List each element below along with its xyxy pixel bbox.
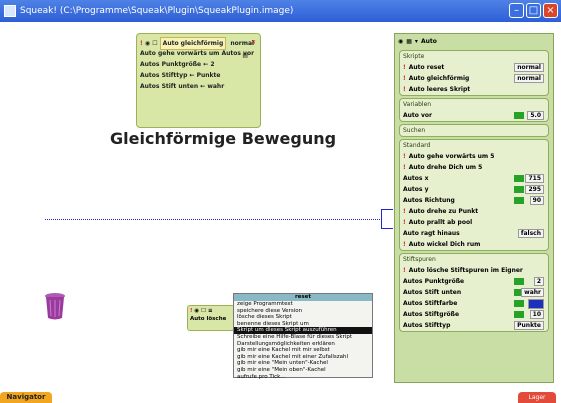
script-line[interactable]: Autos Stift unten ← wahr [137,81,260,92]
section-header[interactable]: Variablen [400,99,548,110]
navigator-flap[interactable]: Navigator [0,392,52,403]
section-variablen: Variablen Auto vor 5.0 [399,98,549,122]
close-script-icon[interactable]: ✕ [251,37,256,48]
checkbox-icon[interactable]: ☐ [152,40,157,47]
squeak-app-icon [4,5,16,17]
window-titlebar: Squeak! (C:\Programme\Squeak\Plugin\Sque… [0,0,561,22]
viewer-row[interactable]: Autos Stifttyp Punkte [400,320,548,331]
menu-item[interactable]: gib mir eine "Mein oben"-Kachel [234,367,372,374]
mini-script[interactable]: ! ◉ ☐ ≡ Auto lösche [187,305,235,331]
pen-trail [45,219,380,220]
menu-item[interactable]: speichere diese Version [234,308,372,315]
menu-item[interactable]: zeige Programmtext [234,301,372,308]
section-skripte: Skripte ! Auto reset normal ! Auto gleichfö… [399,50,549,96]
clock-icon[interactable]: ◉ [145,40,150,47]
menu-icon[interactable]: ▾ [415,38,418,45]
mini-script-label[interactable]: Auto lösche [188,316,234,322]
viewer-row[interactable]: Autos Stiftfarbe [400,298,548,309]
script-line[interactable]: Auto gehe vorwärts um Autos vor [137,48,260,59]
object-name[interactable]: Auto [421,38,437,45]
viewer-row[interactable]: ! Auto reset normal [400,62,548,73]
viewer-palette[interactable]: ◉ ▦ ▾ Auto Skripte ! Auto reset normal ! Au… [394,33,554,383]
search-label[interactable]: Suchen [400,125,548,136]
menu-item[interactable]: aufrufe pro Tick... [234,374,372,381]
viewer-row[interactable]: ! Auto lösche Stiftspuren im Eigner [400,265,548,276]
arrow-icon [514,112,524,119]
script-line[interactable]: Autos Stifttyp ← Punkte [137,70,260,81]
viewer-row[interactable]: Autos x 715 [400,173,548,184]
viewer-row[interactable]: Auto ragt hinaus falsch [400,228,548,239]
viewer-row[interactable]: Autos Richtung 90 [400,195,548,206]
window-controls: – □ × [509,3,558,18]
trash-can-icon[interactable] [44,291,66,321]
menu-item[interactable]: gib mir eine "Mein unten"-Kachel [234,360,372,367]
clock-icon[interactable]: ◉ [398,38,403,45]
menu-item-selected[interactable]: Skript um dieses Skript auszuführen [234,327,372,334]
car-morph-connector [381,209,393,229]
viewer-row[interactable]: Autos y 295 [400,184,548,195]
section-header[interactable]: Skripte [400,51,548,62]
viewer-row[interactable]: ! Auto leeres Skript [400,84,548,95]
window-title: Squeak! (C:\Programme\Squeak\Plugin\Sque… [20,6,294,16]
viewer-row[interactable]: ! Auto gehe vorwärts um 5 [400,151,548,162]
menu-title: reset [234,294,372,301]
viewer-row[interactable]: ! Auto drehe zu Punkt [400,206,548,217]
context-menu[interactable]: reset zeige Programmtext speichere diese… [233,293,373,381]
viewer-row[interactable]: Autos Punktgröße 2 [400,276,548,287]
viewer-row[interactable]: ! Auto wickel Dich rum [400,239,548,250]
exclamation-icon[interactable]: ! [140,40,143,47]
menu-item[interactable]: lösche dieses Skript [234,314,372,321]
section-header[interactable]: Stiftspuren [400,254,548,265]
viewer-row[interactable]: Auto vor 5.0 [400,110,548,121]
thumbnail-icon[interactable]: ▦ [406,38,412,45]
section-suchen: Suchen [399,124,549,137]
maximize-button[interactable]: □ [526,3,541,18]
headline-text[interactable]: Gleichförmige Bewegung [110,129,336,148]
menu-item[interactable]: Schreibe eine Hilfe-Blase für dieses Skr… [234,334,372,341]
viewer-row[interactable]: ! Auto prallt ab pool [400,217,548,228]
section-stiftspuren: Stiftspuren ! Auto lösche Stiftspuren im … [399,253,549,332]
viewer-row[interactable]: Autos Stift unten wahr [400,287,548,298]
script-editor[interactable]: ! ◉ ☐ Auto gleichförmig normal ▤ ✕ Auto … [136,33,261,128]
viewer-row[interactable]: ! Auto drehe Dich um 5 [400,162,548,173]
section-standard: Standard ! Auto gehe vorwärts um 5 ! Auto … [399,139,549,251]
menu-item[interactable]: benenne dieses Skript um [234,321,372,328]
menu-item[interactable]: Darstellungsmöglichkeiten erklären [234,341,372,348]
close-button[interactable]: × [543,3,558,18]
supplies-flap[interactable]: Lager [518,392,556,403]
section-header[interactable]: Standard [400,140,548,151]
menu-item[interactable]: gib mir eine Kachel mit mir selbst [234,347,372,354]
viewer-header: ◉ ▦ ▾ Auto [395,34,553,48]
minimize-button[interactable]: – [509,3,524,18]
viewer-row[interactable]: Autos Stiftgröße 10 [400,309,548,320]
viewer-row[interactable]: ! Auto gleichförmig normal [400,73,548,84]
menu-item[interactable]: gib mir eine Kachel mit einer Zufallszah… [234,354,372,361]
